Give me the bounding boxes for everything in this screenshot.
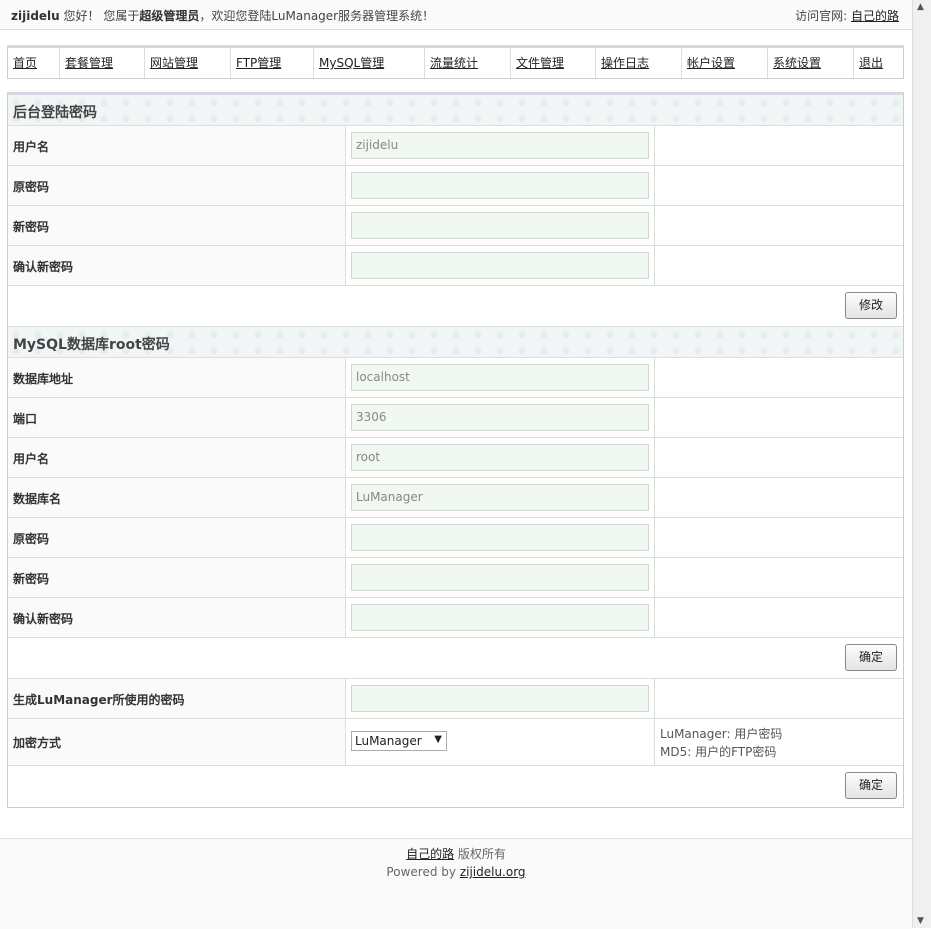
login-old-password-input[interactable] (351, 172, 649, 199)
nav-link-traffic[interactable]: 流量统计 (430, 56, 478, 70)
login-new-password-input[interactable] (351, 212, 649, 239)
scroll-up-icon[interactable]: ▲ (917, 2, 924, 12)
db-host-input[interactable]: localhost (351, 364, 649, 391)
nav-item-files[interactable]: 文件管理 (511, 48, 596, 78)
rights-text: 版权所有 (457, 847, 506, 861)
page: zijidelu 您好！ 您属于超级管理员，欢迎您登陆LuManager服务器管… (0, 0, 912, 929)
nav-link-logout[interactable]: 退出 (859, 56, 883, 70)
row-label: 加密方式 (8, 719, 346, 765)
scroll-down-icon[interactable]: ▼ (917, 916, 924, 926)
form-row: 确认新密码 (8, 598, 903, 638)
form-row: 数据库地址 localhost (8, 358, 903, 398)
row-label: 生成LuManager所使用的密码 (8, 679, 346, 718)
powered-text: Powered by (386, 865, 456, 879)
row-label: 确认新密码 (8, 598, 346, 637)
nav-link-home[interactable]: 首页 (13, 56, 37, 70)
nav-link-plans[interactable]: 套餐管理 (65, 56, 113, 70)
belong-prefix: 您属于 (103, 9, 140, 23)
settings-panel: 后台登陆密码 用户名 zijidelu 原密码 新密码 确认新密码 修改 MyS… (7, 92, 904, 808)
row-label: 用户名 (8, 126, 346, 165)
row-label: 新密码 (8, 206, 346, 245)
vertical-scrollbar[interactable]: ▲ ▼ (912, 0, 931, 928)
row-label: 原密码 (8, 166, 346, 205)
row-label: 新密码 (8, 558, 346, 597)
row-label: 原密码 (8, 518, 346, 557)
form-row: 用户名 zijidelu (8, 126, 903, 166)
row-label: 确认新密码 (8, 246, 346, 285)
nav-item-account[interactable]: 帐户设置 (682, 48, 768, 78)
welcome-text: ，欢迎您登陆LuManager服务器管理系统！ (199, 9, 435, 23)
row-label: 数据库名 (8, 478, 346, 517)
form-row: 加密方式 LuManager ▼ LuManager: 用户密码 MD5: 用户… (8, 719, 903, 766)
form-row: 确认新密码 (8, 246, 903, 286)
nav-link-logs[interactable]: 操作日志 (601, 56, 649, 70)
mysql-confirm-button[interactable]: 确定 (845, 644, 897, 671)
nav-item-traffic[interactable]: 流量统计 (425, 48, 511, 78)
row-label: 端口 (8, 398, 346, 437)
form-row: 新密码 (8, 206, 903, 246)
nav-link-sites[interactable]: 网站管理 (150, 56, 198, 70)
nav-item-ftp[interactable]: FTP管理 (231, 48, 314, 78)
db-new-password-input[interactable] (351, 564, 649, 591)
db-confirm-password-input[interactable] (351, 604, 649, 631)
footer: 自己的路 版权所有 Powered by zijidelu.org (0, 838, 912, 929)
encryption-select[interactable]: LuManager ▼ (351, 731, 447, 751)
visit-label: 访问官网: (795, 9, 848, 23)
nav-link-files[interactable]: 文件管理 (516, 56, 564, 70)
action-row: 修改 (8, 286, 903, 327)
owner-link[interactable]: 自己的路 (406, 847, 454, 861)
nav-item-mysql[interactable]: MySQL管理 (314, 48, 425, 78)
db-old-password-input[interactable] (351, 524, 649, 551)
main-nav: 首页 套餐管理 网站管理 FTP管理 MySQL管理 流量统计 文件管理 操作日… (7, 45, 904, 79)
top-bar: zijidelu 您好！ 您属于超级管理员，欢迎您登陆LuManager服务器管… (0, 0, 912, 30)
login-username-input[interactable]: zijidelu (351, 132, 649, 159)
greeting: zijidelu 您好！ 您属于超级管理员，欢迎您登陆LuManager服务器管… (11, 7, 434, 24)
form-row: 数据库名 LuManager (8, 478, 903, 518)
db-user-input[interactable]: root (351, 444, 649, 471)
powered-link[interactable]: zijidelu.org (460, 865, 526, 879)
nav-link-account[interactable]: 帐户设置 (687, 56, 735, 70)
nav-item-sites[interactable]: 网站管理 (145, 48, 231, 78)
nav-item-logs[interactable]: 操作日志 (596, 48, 682, 78)
form-row: 端口 3306 (8, 398, 903, 438)
form-row: 原密码 (8, 518, 903, 558)
login-confirm-password-input[interactable] (351, 252, 649, 279)
section-title-login: 后台登陆密码 (8, 95, 903, 126)
nav-item-plans[interactable]: 套餐管理 (60, 48, 145, 78)
official-site: 访问官网: 自己的路 (795, 7, 899, 24)
nav-item-home[interactable]: 首页 (8, 48, 60, 78)
role-label: 超级管理员 (139, 9, 200, 23)
modify-button[interactable]: 修改 (845, 292, 897, 319)
encryption-selected: LuManager (355, 734, 422, 748)
row-label: 数据库地址 (8, 358, 346, 397)
generate-password-input[interactable] (351, 685, 649, 712)
action-row: 确定 (8, 638, 903, 679)
nav-link-ftp[interactable]: FTP管理 (236, 56, 281, 70)
encryption-note-2: MD5: 用户的FTP密码 (660, 745, 777, 759)
nav-item-system[interactable]: 系统设置 (768, 48, 854, 78)
section-title-mysql: MySQL数据库root密码 (8, 327, 903, 358)
form-row: 新密码 (8, 558, 903, 598)
db-port-input[interactable]: 3306 (351, 404, 649, 431)
db-name-input[interactable]: LuManager (351, 484, 649, 511)
form-row: 原密码 (8, 166, 903, 206)
nav-item-logout[interactable]: 退出 (854, 48, 903, 78)
form-row: 用户名 root (8, 438, 903, 478)
action-row: 确定 (8, 766, 903, 807)
row-label: 用户名 (8, 438, 346, 477)
encryption-note-1: LuManager: 用户密码 (660, 727, 783, 741)
form-row: 生成LuManager所使用的密码 (8, 679, 903, 719)
chevron-down-icon: ▼ (434, 734, 442, 745)
nav-link-mysql[interactable]: MySQL管理 (319, 56, 384, 70)
nav-link-system[interactable]: 系统设置 (773, 56, 821, 70)
username: zijidelu (11, 9, 60, 23)
official-site-link[interactable]: 自己的路 (851, 9, 899, 23)
hello-text: 您好！ (63, 9, 100, 23)
generate-confirm-button[interactable]: 确定 (845, 772, 897, 799)
